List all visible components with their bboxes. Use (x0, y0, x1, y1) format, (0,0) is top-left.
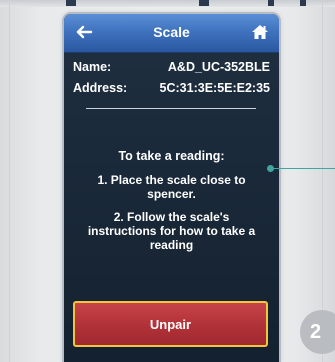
device-address-value: 5C:31:3E:5E:E2:35 (159, 81, 270, 95)
top-strip-segment (268, 0, 274, 6)
top-strip (0, 0, 335, 7)
panel-border-right (322, 0, 323, 362)
home-icon[interactable] (249, 21, 271, 43)
phone-screen: Scale Name: A&D_UC-352BLE Address: 5C:31… (64, 14, 279, 362)
page-title: Scale (153, 24, 190, 40)
unpair-button[interactable]: Unpair (73, 301, 268, 347)
reading-instructions: To take a reading: 1. Place the scale cl… (64, 149, 279, 261)
device-address-label: Address: (73, 81, 128, 95)
device-address-row: Address: 5C:31:3E:5E:E2:35 (73, 81, 270, 97)
top-strip-segment (66, 0, 76, 6)
divider (86, 108, 256, 109)
scale-detail-screen: Name: A&D_UC-352BLE Address: 5C:31:3E:5E… (64, 53, 279, 362)
callout-dot (267, 165, 274, 172)
instructions-heading: To take a reading: (118, 149, 225, 163)
back-arrow-icon[interactable] (74, 21, 96, 43)
instruction-step-2: 2. Follow the scale's instructions for h… (87, 210, 256, 252)
instruction-step-1: 1. Place the scale close to spencer. (97, 173, 246, 201)
app-header: Scale (64, 14, 279, 53)
callout-line (270, 168, 335, 169)
top-strip-segment (199, 0, 209, 6)
device-name-label: Name: (73, 60, 112, 74)
panel-border-left (9, 0, 10, 362)
top-strip-segment (300, 0, 306, 6)
device-name-value: A&D_UC-352BLE (167, 60, 270, 74)
device-name-row: Name: A&D_UC-352BLE (73, 60, 270, 76)
